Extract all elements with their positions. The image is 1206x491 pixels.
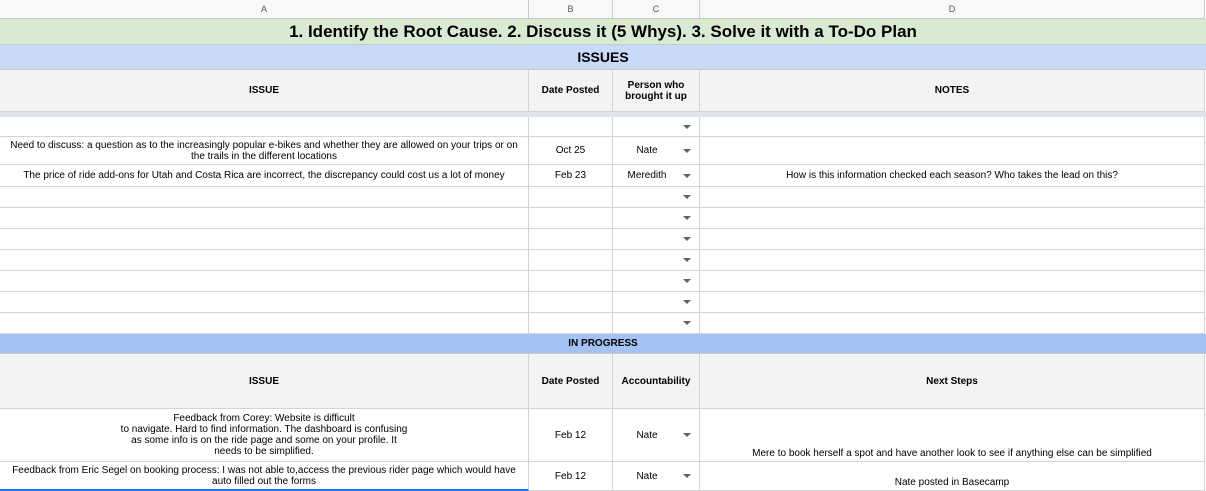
dropdown-arrow-icon[interactable] xyxy=(683,474,691,478)
issues-section-label[interactable]: ISSUES xyxy=(0,45,1206,70)
notes-cell[interactable] xyxy=(700,250,1205,271)
issue-cell[interactable] xyxy=(0,313,529,334)
person-dropdown[interactable]: Meredith xyxy=(613,165,700,187)
in-progress-header-next-steps[interactable]: Next Steps xyxy=(700,354,1205,409)
person-dropdown[interactable] xyxy=(613,271,700,292)
table-row: Feedback from Eric Segel on booking proc… xyxy=(0,462,1206,491)
dropdown-arrow-icon[interactable] xyxy=(683,321,691,325)
in-progress-header-accountability[interactable]: Accountability xyxy=(613,354,700,409)
date-cell[interactable]: Feb 12 xyxy=(529,409,613,462)
notes-cell[interactable] xyxy=(700,187,1205,208)
column-header-d[interactable]: D xyxy=(700,0,1205,19)
date-cell[interactable] xyxy=(529,271,613,292)
table-row xyxy=(0,117,1206,137)
next-steps-cell[interactable]: Nate posted in Basecamp xyxy=(700,462,1205,491)
table-row xyxy=(0,271,1206,292)
person-dropdown[interactable] xyxy=(613,292,700,313)
next-steps-cell[interactable]: Mere to book herself a spot and have ano… xyxy=(700,409,1205,462)
accountability-dropdown[interactable]: Nate xyxy=(613,462,700,491)
person-dropdown[interactable] xyxy=(613,117,700,137)
notes-cell[interactable]: How is this information checked each sea… xyxy=(700,165,1205,187)
person-dropdown[interactable] xyxy=(613,313,700,334)
issue-cell[interactable] xyxy=(0,187,529,208)
dropdown-arrow-icon[interactable] xyxy=(683,216,691,220)
in-progress-section-label[interactable]: IN PROGRESS xyxy=(0,334,1206,354)
table-row xyxy=(0,229,1206,250)
date-cell[interactable]: Oct 25 xyxy=(529,137,613,165)
column-header-c[interactable]: C xyxy=(613,0,700,19)
issue-text-line: as some info is on the ride page and som… xyxy=(131,435,397,446)
notes-cell[interactable] xyxy=(700,271,1205,292)
table-row: The price of ride add-ons for Utah and C… xyxy=(0,165,1206,187)
notes-cell[interactable] xyxy=(700,208,1205,229)
issue-cell[interactable] xyxy=(0,292,529,313)
date-cell[interactable] xyxy=(529,313,613,334)
dropdown-arrow-icon[interactable] xyxy=(683,148,691,153)
table-row xyxy=(0,208,1206,229)
spreadsheet: A B C D 1. Identify the Root Cause. 2. D… xyxy=(0,0,1206,491)
person-dropdown[interactable]: Nate xyxy=(613,137,700,165)
issue-cell[interactable] xyxy=(0,229,529,250)
issue-text-line: needs to be simplified. xyxy=(214,446,314,457)
date-cell[interactable] xyxy=(529,292,613,313)
issue-text-line: Feedback from Corey: Website is difficul… xyxy=(173,413,355,424)
date-cell[interactable] xyxy=(529,187,613,208)
column-header-a[interactable]: A xyxy=(0,0,529,19)
notes-cell[interactable] xyxy=(700,229,1205,250)
table-row xyxy=(0,292,1206,313)
issue-text-line: to navigate. Hard to find information. T… xyxy=(120,424,408,435)
date-cell[interactable] xyxy=(529,250,613,271)
dropdown-arrow-icon[interactable] xyxy=(683,124,691,129)
table-row xyxy=(0,313,1206,334)
table-row: Feedback from Corey: Website is difficul… xyxy=(0,409,1206,462)
issue-cell[interactable] xyxy=(0,117,529,137)
date-cell[interactable] xyxy=(529,208,613,229)
dropdown-arrow-icon[interactable] xyxy=(683,237,691,241)
in-progress-header-date[interactable]: Date Posted xyxy=(529,354,613,409)
in-progress-header-row: ISSUE Date Posted Accountability Next St… xyxy=(0,354,1206,409)
issue-cell[interactable]: The price of ride add-ons for Utah and C… xyxy=(0,165,529,187)
person-dropdown[interactable] xyxy=(613,250,700,271)
date-cell[interactable] xyxy=(529,229,613,250)
issues-header-notes[interactable]: NOTES xyxy=(700,70,1205,112)
date-cell[interactable]: Feb 12 xyxy=(529,462,613,491)
person-dropdown[interactable] xyxy=(613,187,700,208)
issue-cell[interactable] xyxy=(0,208,529,229)
notes-cell[interactable] xyxy=(700,292,1205,313)
issues-header-person[interactable]: Person who brought it up xyxy=(613,70,700,112)
dropdown-arrow-icon[interactable] xyxy=(683,173,691,178)
date-cell[interactable] xyxy=(529,117,613,137)
column-header-row: A B C D xyxy=(0,0,1206,19)
sheet-title[interactable]: 1. Identify the Root Cause. 2. Discuss i… xyxy=(0,19,1206,45)
dropdown-arrow-icon[interactable] xyxy=(683,433,691,437)
notes-cell[interactable] xyxy=(700,117,1205,137)
dropdown-arrow-icon[interactable] xyxy=(683,195,691,199)
person-dropdown[interactable] xyxy=(613,208,700,229)
table-row: Need to discuss: a question as to the in… xyxy=(0,137,1206,165)
issues-header-date[interactable]: Date Posted xyxy=(529,70,613,112)
table-row xyxy=(0,250,1206,271)
in-progress-header-issue[interactable]: ISSUE xyxy=(0,354,529,409)
table-row xyxy=(0,187,1206,208)
issue-cell[interactable]: Feedback from Eric Segel on booking proc… xyxy=(0,462,529,491)
notes-cell[interactable] xyxy=(700,137,1205,165)
date-cell[interactable]: Feb 23 xyxy=(529,165,613,187)
accountability-dropdown[interactable]: Nate xyxy=(613,409,700,462)
issues-header-issue[interactable]: ISSUE xyxy=(0,70,529,112)
dropdown-arrow-icon[interactable] xyxy=(683,300,691,304)
notes-cell[interactable] xyxy=(700,313,1205,334)
column-header-b[interactable]: B xyxy=(529,0,613,19)
person-dropdown[interactable] xyxy=(613,229,700,250)
dropdown-arrow-icon[interactable] xyxy=(683,279,691,283)
issue-cell[interactable] xyxy=(0,250,529,271)
issues-header-row: ISSUE Date Posted Person who brought it … xyxy=(0,70,1206,112)
issue-cell[interactable]: Feedback from Corey: Website is difficul… xyxy=(0,409,529,462)
dropdown-arrow-icon[interactable] xyxy=(683,258,691,262)
issue-cell[interactable]: Need to discuss: a question as to the in… xyxy=(0,137,529,165)
issue-cell[interactable] xyxy=(0,271,529,292)
